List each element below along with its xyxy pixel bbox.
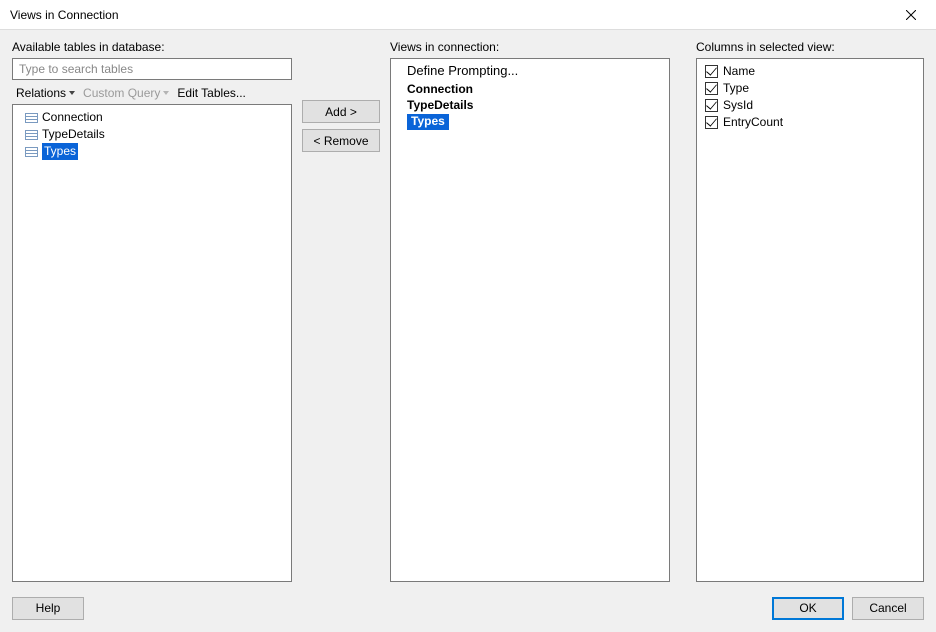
column-row-label: Name — [723, 63, 755, 80]
view-row[interactable]: Connection — [391, 82, 669, 98]
available-tables-list[interactable]: ConnectionTypeDetailsTypes — [12, 104, 292, 582]
table-row-label: TypeDetails — [42, 126, 105, 143]
remove-button[interactable]: < Remove — [302, 129, 380, 152]
transfer-buttons: Add > < Remove — [302, 40, 380, 582]
column-row[interactable]: EntryCount — [699, 114, 921, 131]
available-tables-label: Available tables in database: — [12, 40, 292, 54]
views-panel: Views in connection: Define Prompting...… — [390, 40, 670, 582]
view-row[interactable]: Types — [407, 114, 449, 130]
available-toolbar: Relations Custom Query Edit Tables... — [16, 86, 292, 100]
table-icon — [25, 130, 38, 140]
column-row[interactable]: Type — [699, 80, 921, 97]
column-row-label: Type — [723, 80, 749, 97]
column-row[interactable]: Name — [699, 63, 921, 80]
view-row[interactable]: TypeDetails — [391, 98, 669, 114]
table-row[interactable]: Connection — [15, 109, 289, 126]
columns-label: Columns in selected view: — [696, 40, 924, 54]
titlebar: Views in Connection — [0, 0, 936, 30]
columns-list[interactable]: NameTypeSysIdEntryCount — [696, 58, 924, 582]
columns-panel: Columns in selected view: NameTypeSysIdE… — [696, 40, 924, 582]
relations-menu[interactable]: Relations — [16, 86, 75, 100]
table-row-label: Types — [42, 143, 78, 160]
help-button[interactable]: Help — [12, 597, 84, 620]
relations-label: Relations — [16, 86, 66, 100]
table-row[interactable]: TypeDetails — [15, 126, 289, 143]
custom-query-menu[interactable]: Custom Query — [83, 86, 169, 100]
close-icon — [906, 10, 916, 20]
checkbox-icon[interactable] — [705, 116, 718, 129]
checkbox-icon[interactable] — [705, 82, 718, 95]
dialog-footer: Help OK Cancel — [0, 590, 936, 632]
table-icon — [25, 147, 38, 157]
table-row-label: Connection — [42, 109, 103, 126]
edit-tables-menu[interactable]: Edit Tables... — [177, 86, 245, 100]
views-label: Views in connection: — [390, 40, 670, 54]
table-icon — [25, 113, 38, 123]
search-tables-input[interactable] — [12, 58, 292, 80]
column-row-label: SysId — [723, 97, 753, 114]
close-button[interactable] — [896, 0, 926, 30]
cancel-button[interactable]: Cancel — [852, 597, 924, 620]
column-row[interactable]: SysId — [699, 97, 921, 114]
checkbox-icon[interactable] — [705, 99, 718, 112]
ok-button[interactable]: OK — [772, 597, 844, 620]
edit-tables-label: Edit Tables... — [177, 86, 245, 100]
define-prompting-link[interactable]: Define Prompting... — [391, 59, 669, 82]
custom-query-label: Custom Query — [83, 86, 160, 100]
available-tables-panel: Available tables in database: Relations … — [12, 40, 292, 582]
window-title: Views in Connection — [10, 8, 119, 22]
checkbox-icon[interactable] — [705, 65, 718, 78]
column-row-label: EntryCount — [723, 114, 783, 131]
chevron-down-icon — [69, 91, 75, 95]
dialog-content: Available tables in database: Relations … — [0, 30, 936, 590]
chevron-down-icon — [163, 91, 169, 95]
table-row[interactable]: Types — [15, 143, 289, 160]
views-list[interactable]: Define Prompting... ConnectionTypeDetail… — [390, 58, 670, 582]
add-button[interactable]: Add > — [302, 100, 380, 123]
